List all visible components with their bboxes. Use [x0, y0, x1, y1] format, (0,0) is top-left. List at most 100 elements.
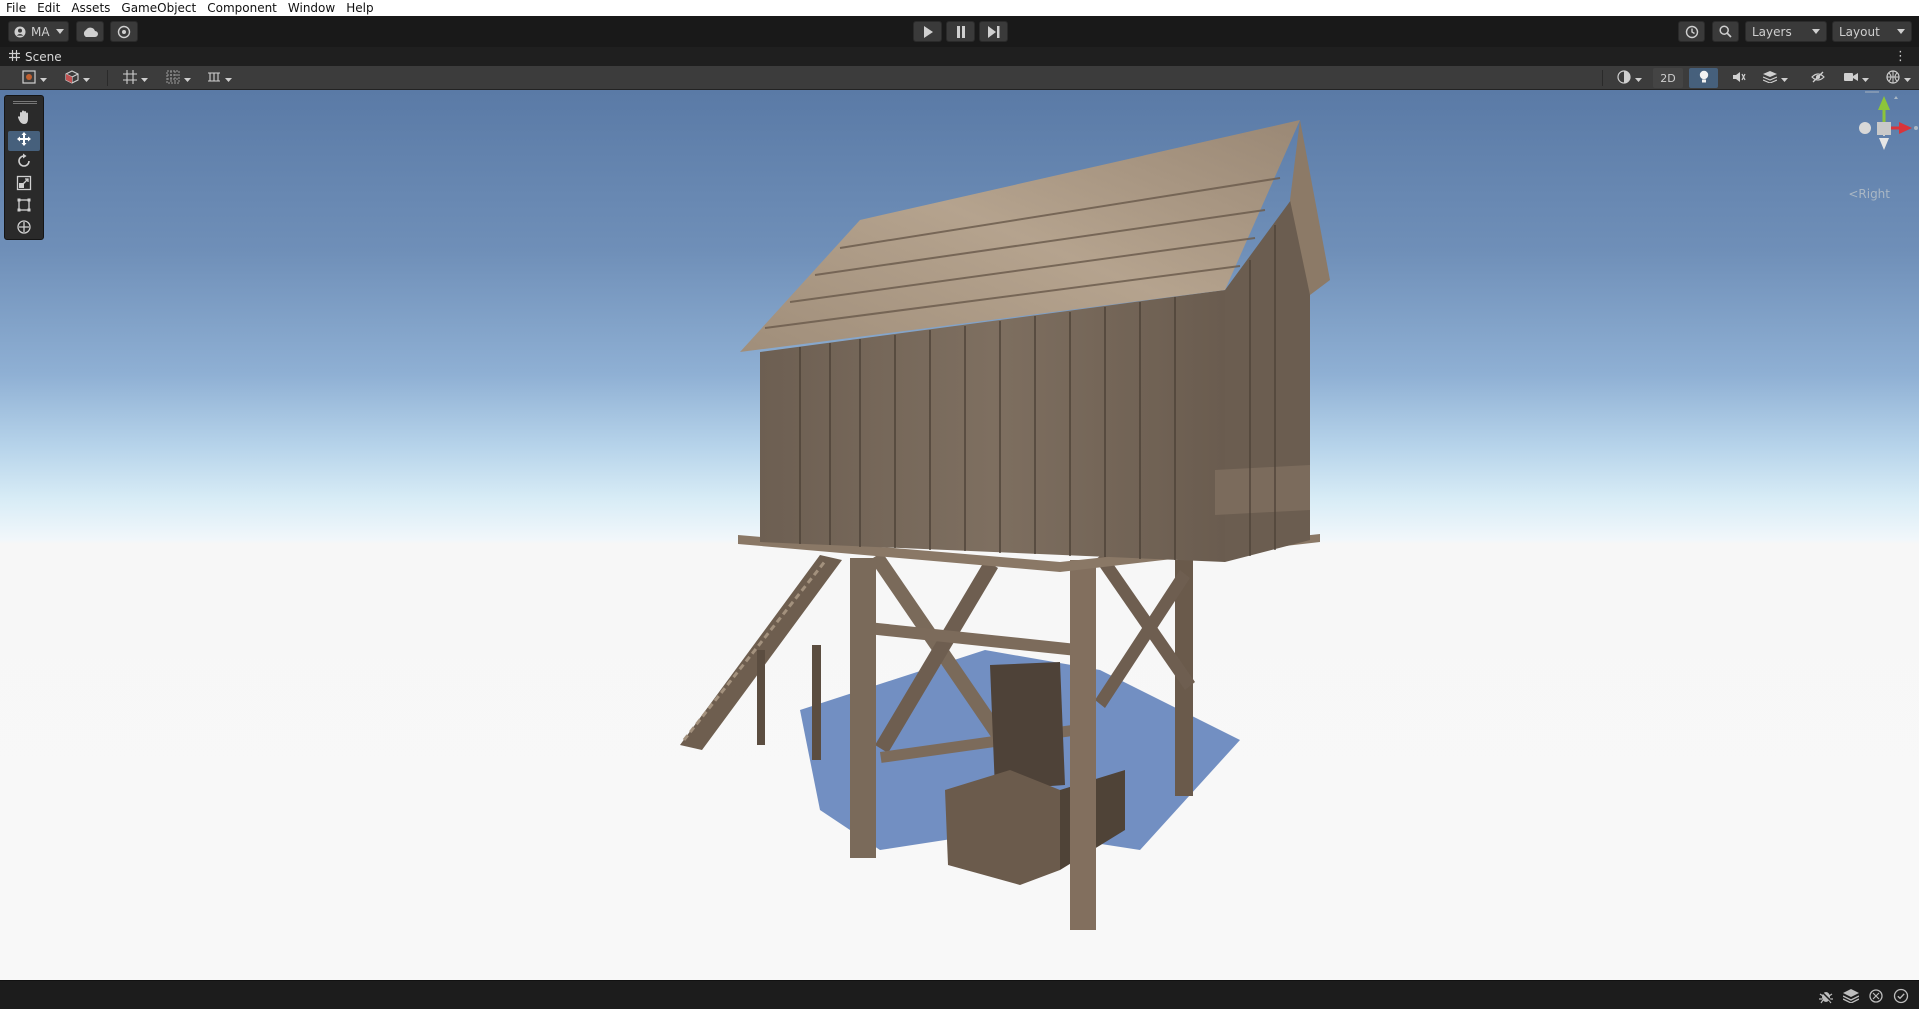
orientation-gizmo[interactable]: <Right — [1799, 90, 1919, 210]
menu-bar: File Edit Assets GameObject Component Wi… — [0, 0, 1919, 16]
view-direction-icon: < — [1848, 187, 1859, 201]
gizmos-globe-icon — [1885, 69, 1900, 87]
scene-viewport[interactable]: <Right — [0, 90, 1919, 980]
menu-window[interactable]: Window — [288, 0, 335, 16]
transform-tools-panel — [4, 95, 44, 240]
move-arrows-icon — [16, 131, 32, 151]
audio-toggle[interactable] — [1724, 68, 1753, 88]
chevron-down-icon — [55, 29, 64, 34]
camera-icon — [1843, 72, 1858, 85]
increment-snap-dropdown[interactable] — [201, 68, 237, 88]
grid-snapping-dropdown[interactable] — [117, 68, 153, 88]
bug-icon[interactable] — [1818, 988, 1834, 1004]
toggle-2d-button[interactable]: 2D — [1653, 68, 1683, 88]
main-toolbar: MA Layers Layout — [0, 16, 1919, 47]
account-label: MA — [31, 24, 50, 39]
separator — [1602, 70, 1603, 86]
draw-mode-dropdown[interactable] — [59, 68, 95, 88]
menu-file[interactable]: File — [6, 0, 26, 16]
menu-gameobject[interactable]: GameObject — [121, 0, 196, 16]
scale-tool[interactable] — [8, 175, 40, 195]
pause-icon — [956, 25, 966, 38]
chevron-down-icon — [1861, 72, 1869, 85]
rect-transform-icon — [16, 197, 32, 217]
chevron-down-icon — [1812, 29, 1820, 34]
tool-handle-dropdown[interactable] — [17, 68, 51, 88]
layers-label: Layers — [1752, 24, 1792, 39]
tab-scene[interactable]: Scene — [0, 49, 62, 64]
layout-dropdown[interactable]: Layout — [1832, 21, 1912, 42]
grid-icon — [166, 70, 180, 87]
grid-visibility-dropdown[interactable] — [160, 68, 196, 88]
lighting-toggle[interactable] — [1689, 68, 1718, 88]
search-button[interactable] — [1712, 21, 1739, 42]
collab-button[interactable] — [110, 21, 138, 42]
account-icon — [14, 26, 26, 38]
chevron-down-icon — [1897, 29, 1905, 34]
step-icon — [987, 25, 1000, 38]
menu-component[interactable]: Component — [207, 0, 277, 16]
chevron-down-icon — [1903, 72, 1911, 85]
axis-y-cone — [1878, 96, 1890, 110]
separator — [107, 70, 108, 86]
status-bar — [0, 980, 1919, 1009]
effects-dropdown[interactable] — [1757, 68, 1793, 88]
wooden-stilt-house-model[interactable] — [0, 90, 1919, 980]
gizmo-view-label[interactable]: <Right — [1848, 187, 1890, 201]
pause-button[interactable] — [946, 21, 975, 42]
kebab-menu-icon[interactable]: ⋮ — [1894, 49, 1907, 64]
shading-mode-dropdown[interactable] — [1611, 68, 1647, 88]
scale-icon — [16, 175, 32, 195]
chevron-down-icon — [1780, 72, 1788, 85]
scene-tab-label: Scene — [25, 49, 62, 64]
menu-edit[interactable]: Edit — [37, 0, 60, 16]
chevron-down-icon — [82, 72, 90, 85]
menu-assets[interactable]: Assets — [71, 0, 110, 16]
rect-tool[interactable] — [8, 197, 40, 217]
cloud-icon — [82, 27, 98, 37]
step-button[interactable] — [979, 21, 1008, 42]
history-icon — [1685, 25, 1699, 39]
transform-icon — [16, 219, 32, 239]
undo-history-button[interactable] — [1678, 21, 1705, 42]
chevron-down-icon — [39, 72, 47, 85]
shading-sphere-icon — [1616, 69, 1631, 87]
layers-dropdown[interactable]: Layers — [1745, 21, 1827, 42]
eye-slash-icon — [1810, 71, 1825, 86]
scene-camera-dropdown[interactable] — [1838, 68, 1874, 88]
gizmo-view-text: Right — [1858, 187, 1890, 201]
play-icon — [923, 25, 933, 38]
grid-snap-icon — [122, 69, 137, 87]
cache-icon[interactable] — [1868, 988, 1884, 1004]
layout-label: Layout — [1839, 24, 1880, 39]
transform-tool[interactable] — [8, 219, 40, 239]
scene-view-toolbar: 2D — [0, 66, 1919, 90]
rotate-icon — [16, 153, 32, 173]
chevron-down-icon — [140, 72, 148, 85]
panel-grip[interactable] — [13, 101, 37, 104]
check-circle-icon[interactable] — [1893, 988, 1909, 1004]
cloud-button[interactable] — [76, 21, 104, 42]
rotate-tool[interactable] — [8, 153, 40, 173]
hand-icon — [16, 109, 32, 129]
account-dropdown[interactable]: MA — [8, 21, 69, 42]
cube-icon — [64, 69, 79, 87]
axis-x-cone — [1899, 122, 1912, 134]
chevron-down-icon — [183, 72, 191, 85]
move-tool[interactable] — [8, 131, 40, 151]
effects-layers-icon — [1762, 70, 1777, 86]
hand-tool[interactable] — [8, 109, 40, 129]
scene-visibility-toggle[interactable] — [1803, 68, 1832, 88]
scene-tab-bar: Scene ⋮ — [0, 47, 1919, 66]
snap-increment-icon — [207, 70, 221, 87]
speaker-mute-icon — [1732, 71, 1746, 86]
play-button[interactable] — [913, 21, 942, 42]
tool-handle-icon — [21, 69, 36, 87]
layers-stack-icon[interactable] — [1843, 988, 1859, 1004]
toggle-2d-label: 2D — [1660, 71, 1676, 85]
lightbulb-icon — [1698, 70, 1710, 87]
gizmos-dropdown[interactable] — [1880, 68, 1916, 88]
chevron-down-icon — [1634, 72, 1642, 85]
search-icon — [1719, 25, 1732, 38]
menu-help[interactable]: Help — [346, 0, 373, 16]
